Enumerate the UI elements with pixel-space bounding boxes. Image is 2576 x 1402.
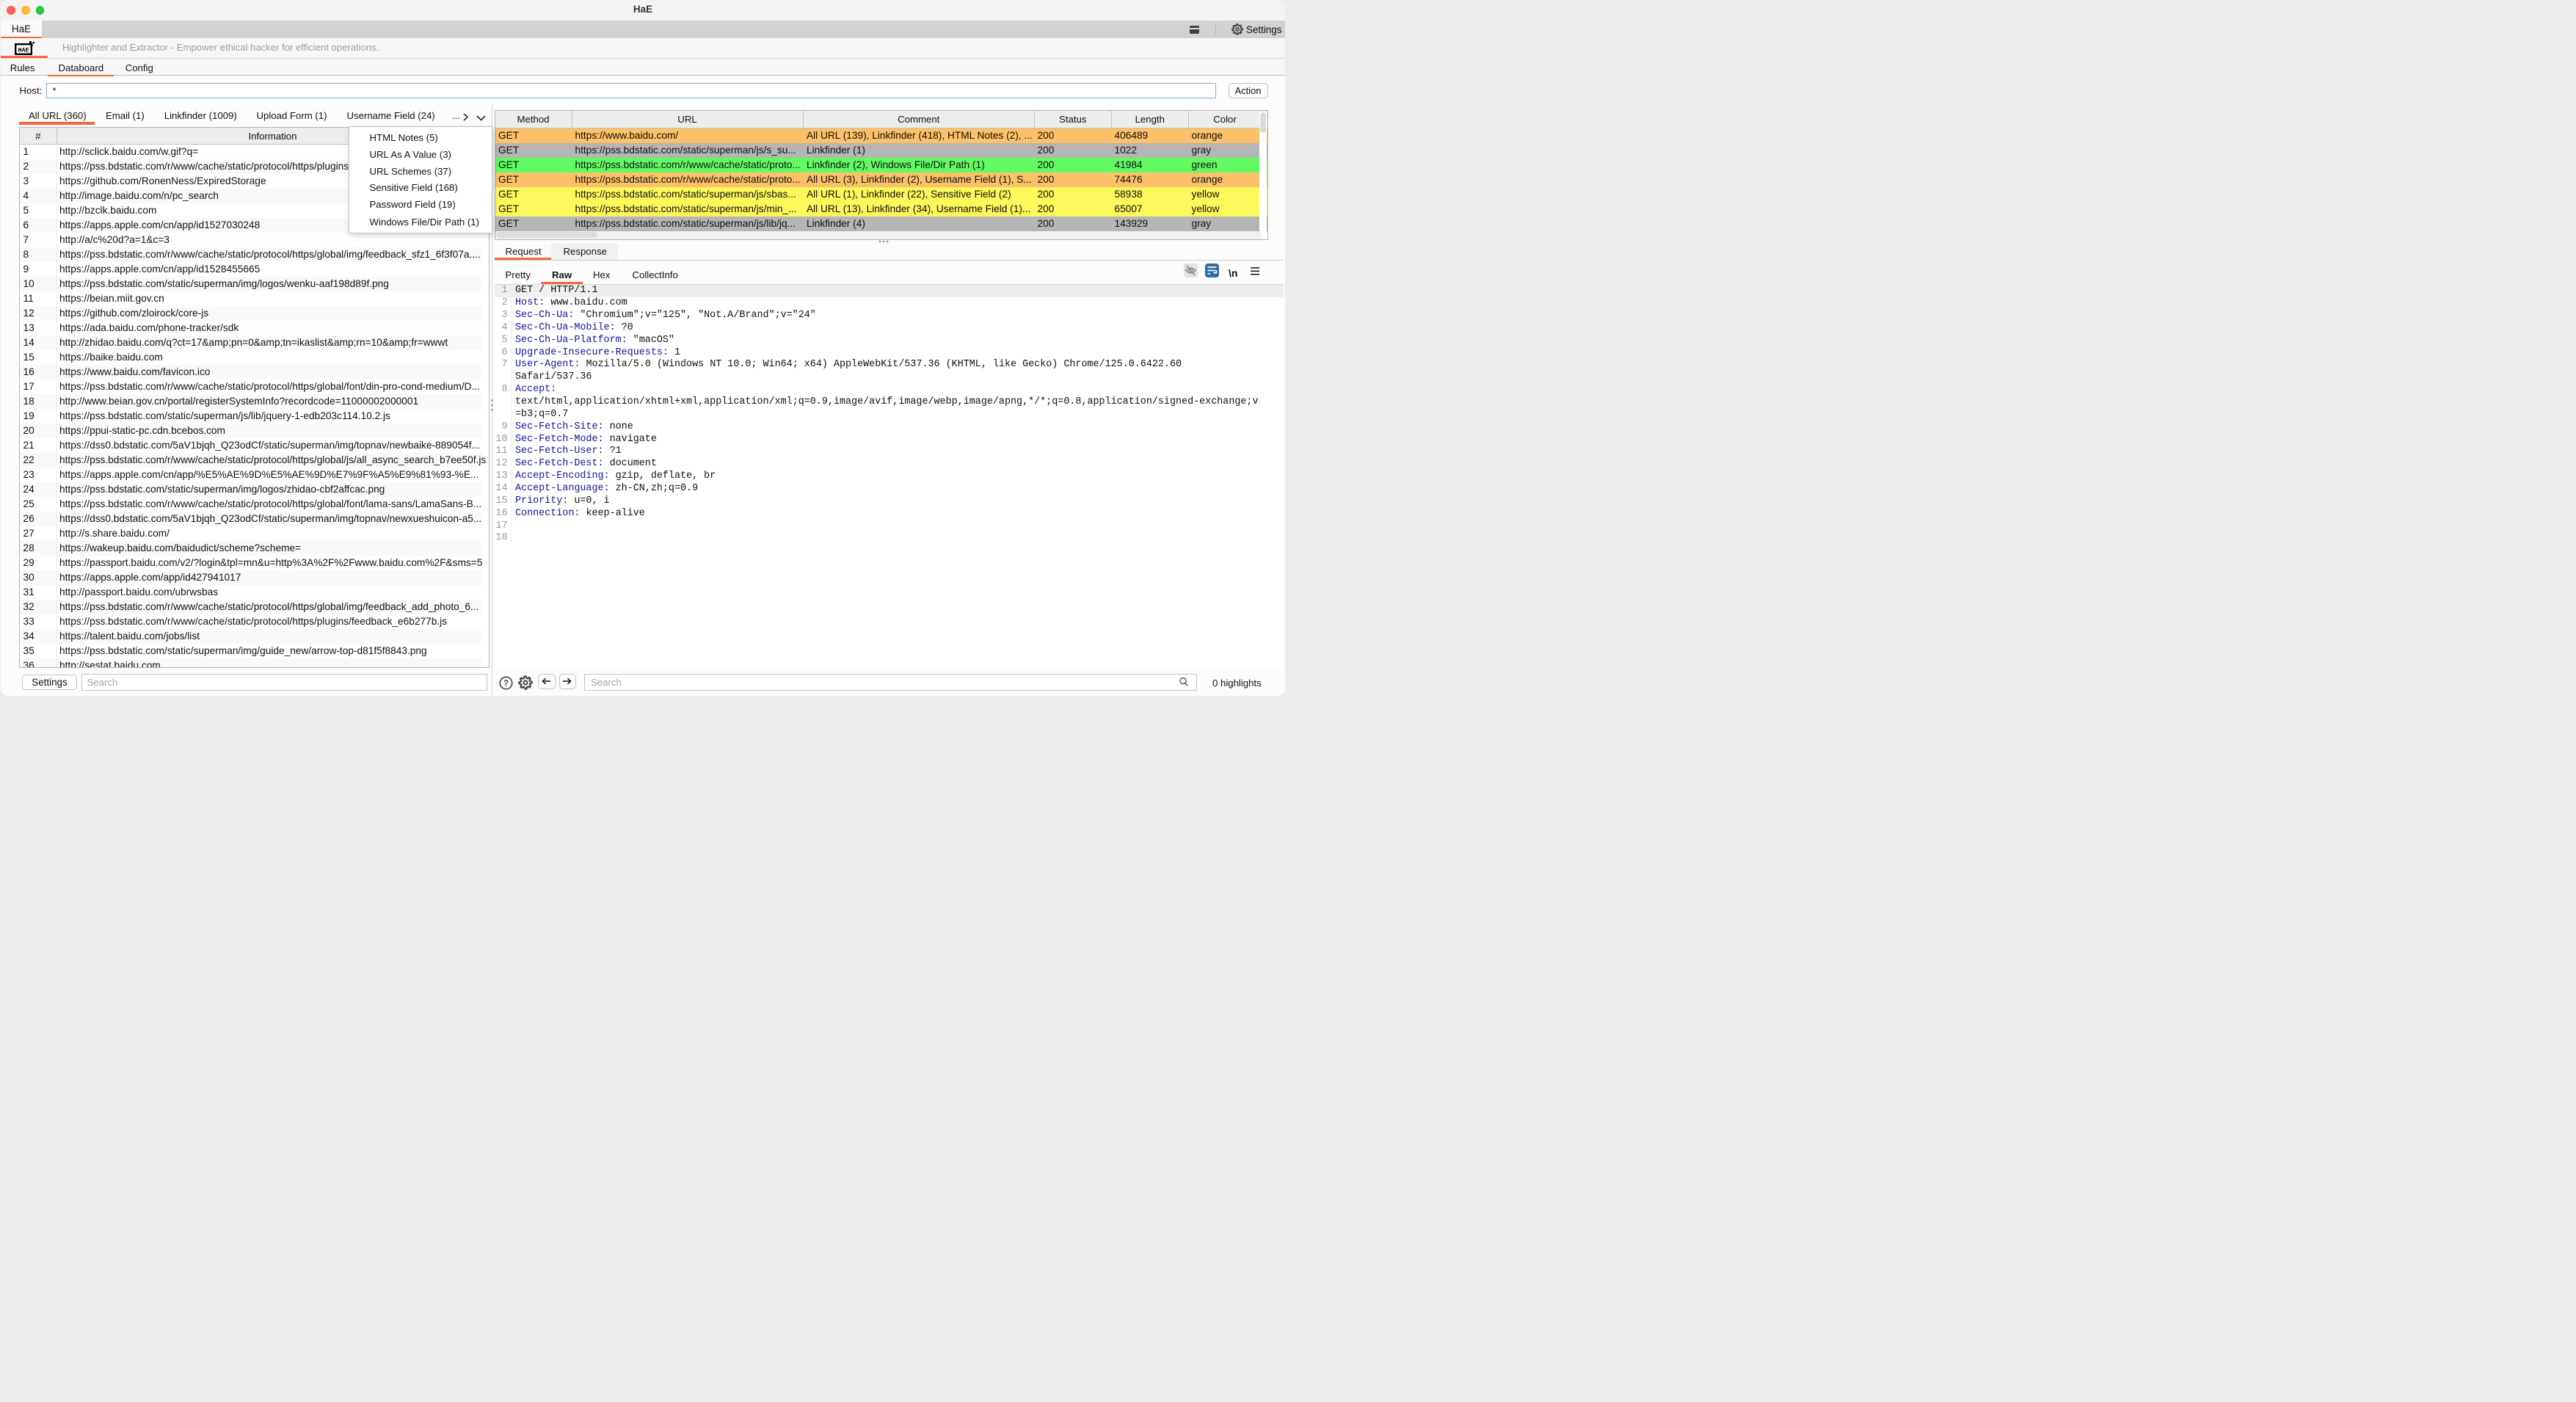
svg-text:?: ? bbox=[503, 679, 509, 688]
svg-text:HAE: HAE bbox=[18, 46, 29, 54]
